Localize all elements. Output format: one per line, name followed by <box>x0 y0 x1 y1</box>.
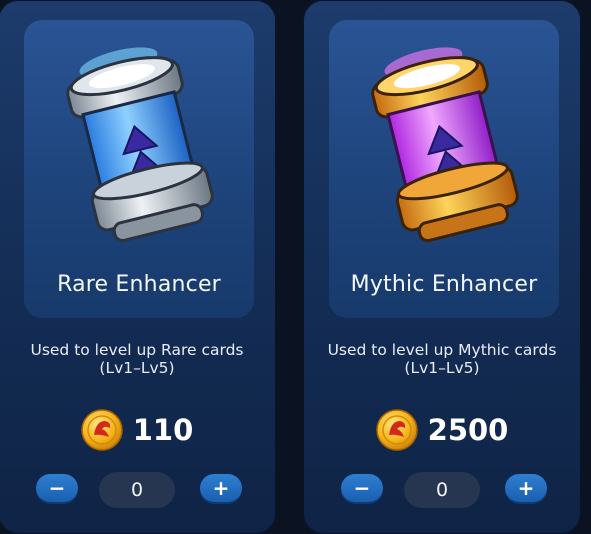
price-row: 110 <box>0 408 276 452</box>
decrement-button[interactable]: − <box>341 474 383 502</box>
quantity-field[interactable]: 0 <box>99 472 175 508</box>
price-row: 2500 <box>303 408 581 452</box>
mythic-enhancer-card: Mythic Enhancer Used to level up Mythic … <box>303 0 581 534</box>
decrement-button[interactable]: − <box>36 474 78 502</box>
increment-button[interactable]: + <box>200 474 242 502</box>
card-description: Used to level up Mythic cards (Lv1–Lv5) <box>327 341 557 377</box>
price-value: 110 <box>132 413 194 447</box>
mythic-enhancer-panel[interactable]: Mythic Enhancer <box>329 20 559 318</box>
increment-button[interactable]: + <box>505 474 547 502</box>
rare-enhancer-canister-icon <box>66 47 214 243</box>
mythic-enhancer-canister-icon <box>371 47 519 243</box>
quantity-stepper: − 0 + <box>0 472 276 508</box>
dragon-coin-icon <box>80 409 123 451</box>
card-title: Mythic Enhancer <box>350 272 538 297</box>
quantity-stepper: − 0 + <box>303 472 581 508</box>
rare-enhancer-panel[interactable]: Rare Enhancer <box>24 20 254 318</box>
price-value: 2500 <box>427 413 509 447</box>
card-description: Used to level up Rare cards (Lv1–Lv5) <box>30 341 244 377</box>
card-title: Rare Enhancer <box>57 272 221 297</box>
rare-enhancer-card: Rare Enhancer Used to level up Rare card… <box>0 0 276 534</box>
dragon-coin-icon <box>375 409 418 451</box>
quantity-field[interactable]: 0 <box>404 472 480 508</box>
